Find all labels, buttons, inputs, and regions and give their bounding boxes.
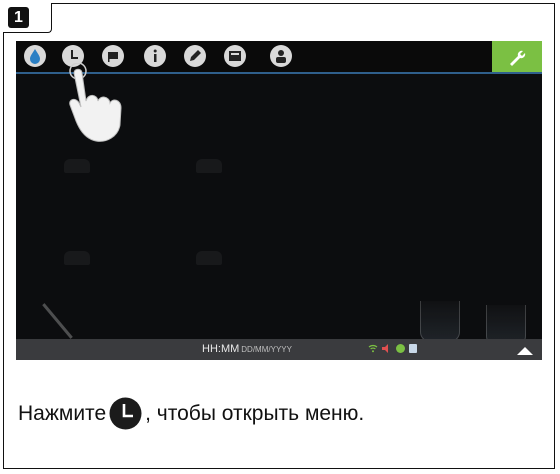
drop-icon[interactable] xyxy=(24,45,46,67)
volume-icon xyxy=(382,344,388,353)
status-dot-icon xyxy=(396,344,405,353)
caption-after: , чтобы открыть меню. xyxy=(145,401,365,425)
machine-screen: HH:MM DD/MM/YYYY xyxy=(16,41,542,360)
step-tab: 1 xyxy=(3,3,52,33)
pencil-icon[interactable] xyxy=(184,45,206,67)
ghost-spout xyxy=(42,303,73,339)
status-bar: HH:MM DD/MM/YYYY xyxy=(16,339,542,360)
step-number: 1 xyxy=(8,7,29,28)
date-value: DD/MM/YYYY xyxy=(241,345,292,354)
expand-arrow-icon[interactable] xyxy=(517,347,533,355)
caption-before: Нажмите xyxy=(18,401,107,425)
battery-icon xyxy=(409,344,417,353)
ghost-drink-icon xyxy=(196,159,222,173)
clock-icon xyxy=(109,397,142,430)
user-icon[interactable] xyxy=(270,45,292,67)
pointing-hand-icon xyxy=(69,63,122,142)
ghost-drink-icon xyxy=(64,159,90,173)
time-value: HH:MM xyxy=(202,343,240,355)
wifi-icon xyxy=(368,344,378,353)
instruction-caption: Нажмите , чтобы открыть меню. xyxy=(18,397,364,430)
ghost-cup xyxy=(420,301,460,342)
settings-wrench-button[interactable] xyxy=(492,41,542,72)
info-icon[interactable] xyxy=(144,45,166,67)
wrench-icon xyxy=(510,50,526,66)
ghost-drink-icon xyxy=(196,251,222,265)
status-time: HH:MM DD/MM/YYYY xyxy=(202,342,292,357)
ghost-drink-icon xyxy=(64,251,90,265)
display-icon[interactable] xyxy=(224,45,246,67)
